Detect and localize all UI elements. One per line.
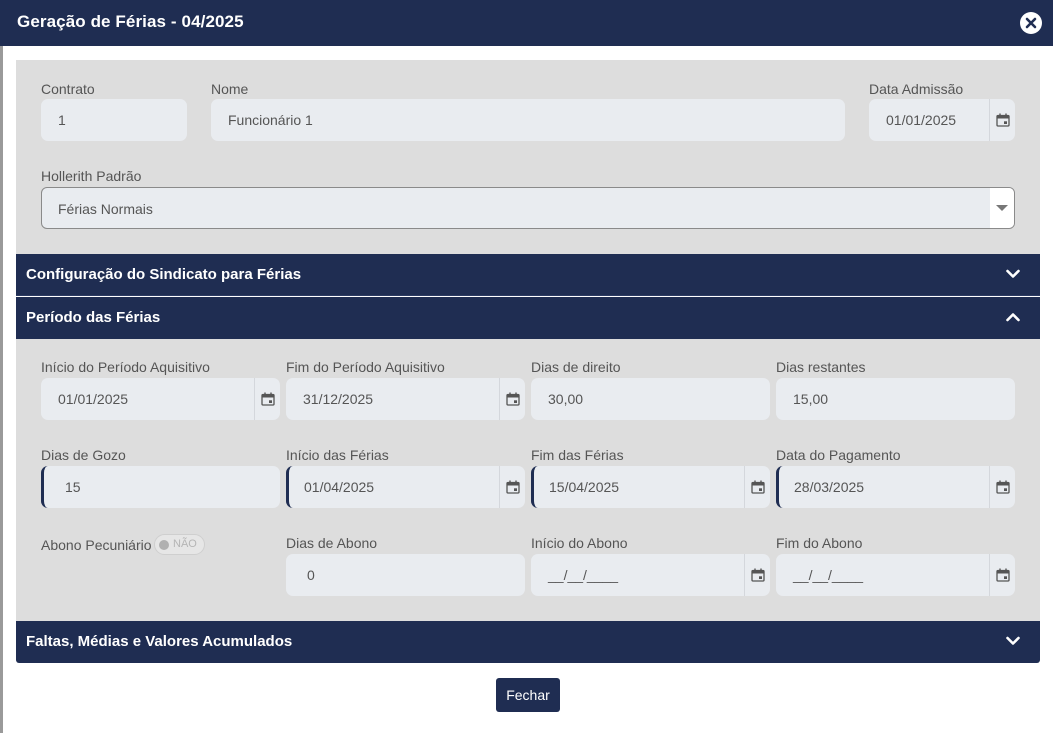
chevron-down-icon: [1006, 636, 1020, 645]
calendar-icon: [751, 480, 765, 494]
fim-abono-value: __/__/____: [793, 567, 864, 583]
calendar-button[interactable]: [989, 466, 1015, 508]
modal-title: Geração de Férias - 04/2025: [17, 12, 244, 31]
calendar-icon: [996, 480, 1010, 494]
caret-down-icon: [996, 205, 1008, 211]
inicio-abono-value: __/__/____: [548, 567, 619, 583]
chevron-down-icon: [1006, 269, 1020, 278]
dropdown-toggle[interactable]: [990, 188, 1014, 228]
close-button[interactable]: [1020, 12, 1042, 34]
fim-aquisitivo-field: 31/12/2025: [286, 378, 525, 420]
contrato-field: 1: [41, 99, 187, 141]
chevron-up-icon: [1006, 313, 1020, 322]
calendar-button[interactable]: [499, 378, 525, 420]
section-faltas-title: Faltas, Médias e Valores Acumulados: [26, 633, 293, 650]
calendar-icon: [996, 113, 1010, 127]
toggle-state-label: NÃO: [173, 538, 197, 550]
fim-abono-label: Fim do Abono: [776, 535, 863, 551]
inicio-abono-field: __/__/____: [531, 554, 770, 596]
fim-ferias-label: Fim das Férias: [531, 447, 624, 463]
dias-direito-field: 30,00: [531, 378, 770, 420]
dias-abono-label: Dias de Abono: [286, 535, 378, 551]
abono-pecuniario-label: Abono Pecuniário: [41, 537, 152, 553]
inicio-ferias-input[interactable]: 01/04/2025: [286, 466, 525, 508]
inicio-aquisitivo-field: 01/01/2025: [41, 378, 280, 420]
dias-gozo-value: 15: [65, 479, 81, 495]
section-sindicato-header[interactable]: Configuração do Sindicato para Férias: [16, 254, 1040, 296]
calendar-icon: [506, 480, 520, 494]
nome-label: Nome: [211, 81, 249, 97]
fim-ferias-value: 15/04/2025: [549, 479, 620, 495]
backdrop-edge: [0, 46, 3, 733]
fim-aquisitivo-value: 31/12/2025: [303, 391, 374, 407]
calendar-button[interactable]: [744, 466, 770, 508]
calendar-icon: [506, 392, 520, 406]
section-sindicato-title: Configuração do Sindicato para Férias: [26, 266, 302, 283]
modal-header: Geração de Férias - 04/2025: [0, 0, 1053, 46]
hollerith-value: Férias Normais: [58, 201, 153, 217]
dias-restantes-value: 15,00: [793, 391, 829, 407]
dias-restantes-field: 15,00: [776, 378, 1015, 420]
calendar-button[interactable]: [254, 378, 280, 420]
contrato-value: 1: [58, 112, 66, 128]
data-admissao-value: 01/01/2025: [886, 112, 957, 128]
fim-ferias-input[interactable]: 15/04/2025: [531, 466, 770, 508]
section-faltas-header[interactable]: Faltas, Médias e Valores Acumulados: [16, 621, 1040, 663]
inicio-ferias-label: Início das Férias: [286, 447, 389, 463]
fim-abono-field: __/__/____: [776, 554, 1015, 596]
nome-value: Funcionário 1: [228, 112, 313, 128]
close-icon: [1025, 17, 1037, 29]
calendar-button[interactable]: [744, 554, 770, 596]
inicio-ferias-value: 01/04/2025: [304, 479, 375, 495]
inicio-abono-label: Início do Abono: [531, 535, 628, 551]
dias-gozo-input[interactable]: 15: [41, 466, 280, 508]
section-periodo-header[interactable]: Período das Férias: [16, 297, 1040, 339]
section-periodo-title: Período das Férias: [26, 309, 161, 326]
dias-abono-field: 0: [286, 554, 525, 596]
calendar-icon: [751, 568, 765, 582]
inicio-aquisitivo-label: Início do Período Aquisitivo: [41, 359, 210, 375]
calendar-icon: [261, 392, 275, 406]
calendar-button[interactable]: [499, 466, 525, 508]
toggle-knob: [159, 540, 169, 550]
abono-pecuniario-toggle[interactable]: NÃO: [154, 534, 205, 555]
calendar-button[interactable]: [989, 554, 1015, 596]
calendar-icon: [996, 568, 1010, 582]
hollerith-select[interactable]: Férias Normais: [41, 187, 1015, 229]
calendar-button[interactable]: [989, 99, 1015, 141]
dias-gozo-label: Dias de Gozo: [41, 447, 126, 463]
data-admissao-label: Data Admissão: [869, 81, 964, 97]
dias-restantes-label: Dias restantes: [776, 359, 866, 375]
dias-direito-label: Dias de direito: [531, 359, 621, 375]
nome-field: Funcionário 1: [211, 99, 845, 141]
fechar-button[interactable]: Fechar: [496, 678, 560, 712]
data-pagamento-value: 28/03/2025: [794, 479, 865, 495]
data-pagamento-input[interactable]: 28/03/2025: [776, 466, 1015, 508]
dias-abono-value: 0: [307, 567, 315, 583]
fim-aquisitivo-label: Fim do Período Aquisitivo: [286, 359, 445, 375]
inicio-aquisitivo-value: 01/01/2025: [58, 391, 129, 407]
hollerith-label: Hollerith Padrão: [41, 168, 142, 184]
data-admissao-field: 01/01/2025: [869, 99, 1015, 141]
dias-direito-value: 30,00: [548, 391, 584, 407]
employee-panel: Contrato 1 Nome Funcionário 1 Data Admis…: [16, 60, 1040, 254]
data-pagamento-label: Data do Pagamento: [776, 447, 901, 463]
periodo-panel: Início do Período Aquisitivo 01/01/2025 …: [16, 339, 1040, 621]
contrato-label: Contrato: [41, 81, 95, 97]
